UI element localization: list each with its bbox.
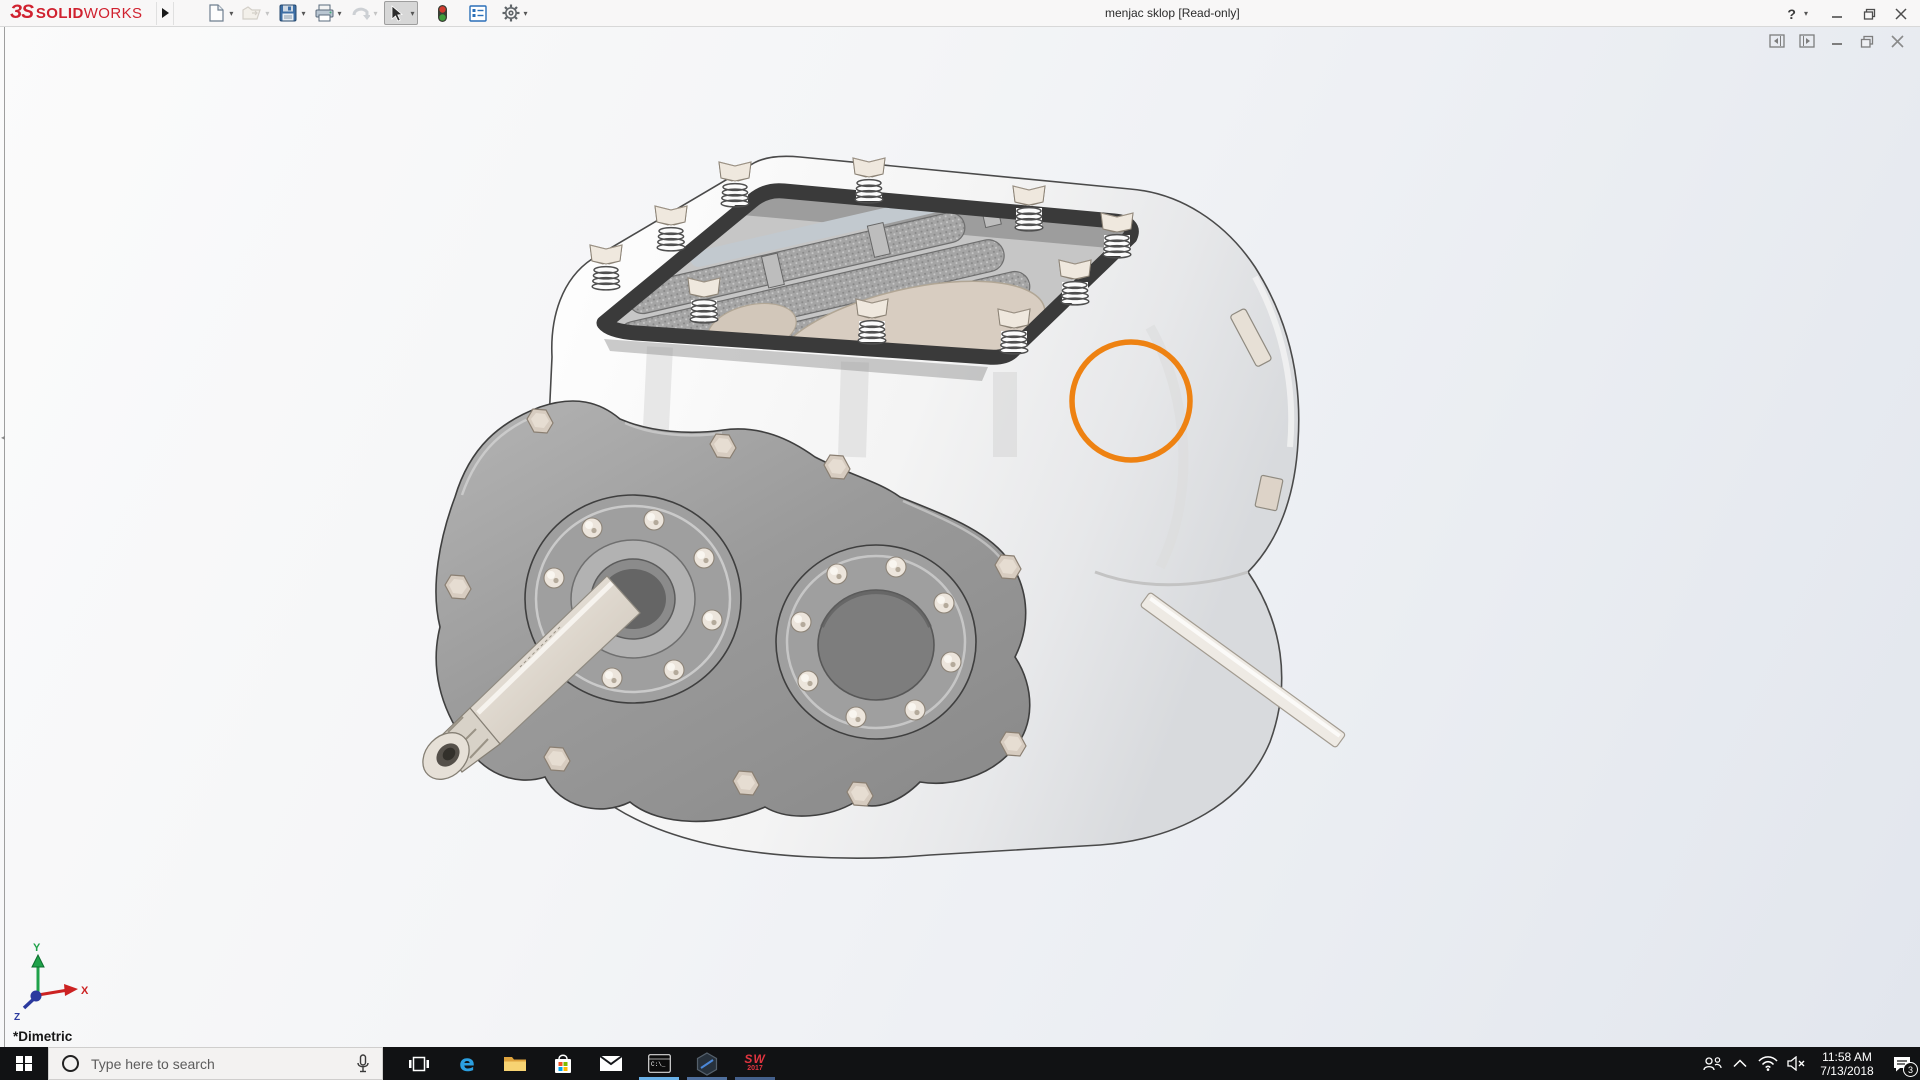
task-view-icon [409, 1056, 429, 1071]
minimize-icon [1832, 15, 1842, 18]
chevron-up-icon [1733, 1059, 1747, 1068]
triad-y-label: Y [33, 942, 41, 954]
solidworks-logo-mark: ЗS [10, 2, 34, 23]
open-icon [242, 3, 262, 23]
undo-icon [350, 3, 370, 23]
document-properties-icon [468, 3, 488, 23]
system-tray: 11:58 AM 7/13/2018 3 [1698, 1047, 1920, 1080]
title-bar: ЗS SOLID WORKS ▾ ▾ ▾ ▾ ▾ ▾ ▾ menjac sklo… [0, 0, 1920, 27]
stoplight-icon [433, 3, 453, 23]
reference-triad: Y X Z [14, 942, 89, 1023]
restore-icon [1863, 8, 1875, 20]
new-document-icon [206, 3, 226, 23]
volume-muted-icon [1786, 1056, 1804, 1071]
mail-icon [599, 1055, 623, 1071]
wifi-icon [1758, 1056, 1778, 1071]
notification-badge: 3 [1903, 1062, 1918, 1077]
taskbar-command-prompt-button[interactable]: C:\_ [635, 1047, 683, 1080]
select-button[interactable]: ▾ [384, 1, 418, 25]
window-controls: ? ▾ [1785, 0, 1914, 27]
undo-dropdown-caret: ▾ [373, 8, 378, 18]
task-view-button[interactable] [395, 1047, 443, 1080]
clock-date: 7/13/2018 [1820, 1063, 1874, 1078]
print-icon [314, 3, 334, 23]
hexagon-app-icon [696, 1051, 718, 1076]
solidworks-logo-solid: SOLID [35, 5, 84, 22]
view-orientation-label: *Dimetric [13, 1029, 73, 1044]
minimize-button[interactable] [1824, 4, 1850, 24]
microphone-icon[interactable] [356, 1054, 370, 1073]
open-dropdown-caret: ▾ [265, 8, 270, 18]
options-button[interactable]: ▾ [499, 1, 530, 25]
volume-button[interactable] [1782, 1047, 1810, 1080]
gear-icon [501, 3, 521, 23]
save-button[interactable]: ▾ [276, 1, 307, 25]
taskbar-hexagon-app-button[interactable] [683, 1047, 731, 1080]
save-icon [278, 3, 298, 23]
command-prompt-icon: C:\_ [647, 1054, 671, 1073]
people-icon [1703, 1056, 1722, 1070]
solidworks-logo: ЗS SOLID WORKS [10, 2, 142, 24]
taskbar-search-input[interactable]: Type here to search [48, 1047, 383, 1080]
start-button[interactable] [0, 1047, 48, 1080]
help-dropdown-caret[interactable]: ▾ [1804, 9, 1808, 18]
options-dropdown-caret[interactable]: ▾ [524, 9, 528, 18]
windows-taskbar: Type here to search e C:\_ SW 2017 11:58… [0, 1047, 1920, 1080]
cmd-label: C:\_ [651, 1061, 666, 1068]
taskbar-file-explorer-button[interactable] [491, 1047, 539, 1080]
store-icon [555, 1054, 571, 1073]
show-hidden-icons-button[interactable] [1726, 1047, 1754, 1080]
document-properties-button[interactable] [466, 1, 490, 25]
close-button[interactable] [1888, 4, 1914, 24]
select-cursor-icon [387, 3, 407, 23]
people-button[interactable] [1698, 1047, 1726, 1080]
taskbar-mail-button[interactable] [587, 1047, 635, 1080]
new-dropdown-caret[interactable]: ▾ [229, 9, 233, 18]
print-dropdown-caret[interactable]: ▾ [337, 9, 341, 18]
triad-x-label: X [81, 985, 89, 997]
window-title: menjac sklop [Read-only] [1105, 6, 1240, 20]
windows-logo-icon [16, 1055, 32, 1072]
taskbar-clock[interactable]: 11:58 AM 7/13/2018 [1814, 1050, 1880, 1078]
triad-z-label: Z [14, 1012, 20, 1023]
flyout-arrow-icon [162, 8, 170, 18]
solidworks-2017-icon: SW 2017 [744, 1050, 768, 1074]
graphics-viewport[interactable]: ◂ Y X Z *Dimetric [0, 27, 1920, 1047]
edge-icon: e [459, 1050, 475, 1077]
select-dropdown-caret[interactable]: ▾ [410, 9, 414, 18]
gearbox-3d-model[interactable]: Y X Z [0, 27, 1920, 1047]
save-dropdown-caret[interactable]: ▾ [301, 9, 305, 18]
close-icon [1895, 7, 1907, 20]
menu-expand-button[interactable] [156, 1, 175, 25]
right-bearing-cover[interactable] [775, 544, 977, 740]
taskbar-store-button[interactable] [539, 1047, 587, 1080]
taskbar-solidworks-button[interactable]: SW 2017 [731, 1047, 779, 1080]
help-button[interactable]: ? [1785, 6, 1798, 22]
clock-time: 11:58 AM [1822, 1049, 1872, 1064]
taskbar-edge-button[interactable]: e [443, 1047, 491, 1080]
cortana-icon [62, 1055, 79, 1072]
solidworks-logo-works: WORKS [83, 5, 143, 22]
stoplight-button[interactable] [431, 1, 455, 25]
quick-access-toolbar: ▾ ▾ ▾ ▾ ▾ ▾ ▾ [204, 1, 534, 25]
action-center-button[interactable]: 3 [1884, 1047, 1920, 1080]
network-button[interactable] [1754, 1047, 1782, 1080]
search-placeholder: Type here to search [91, 1055, 215, 1072]
new-document-button[interactable]: ▾ [204, 1, 235, 25]
open-button[interactable]: ▾ [240, 1, 271, 25]
file-explorer-icon [504, 1057, 526, 1071]
undo-button[interactable]: ▾ [348, 1, 379, 25]
taskbar-app-icons: e C:\_ SW 2017 [395, 1047, 779, 1080]
restore-button[interactable] [1856, 4, 1882, 24]
print-button[interactable]: ▾ [312, 1, 343, 25]
